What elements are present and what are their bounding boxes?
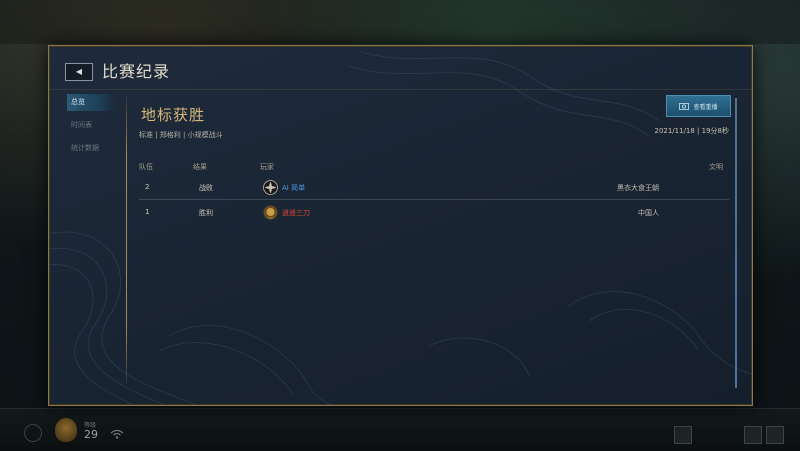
column-header-civ: 文明 [709, 163, 723, 171]
column-header-result: 结果 [193, 163, 207, 171]
column-header-player: 玩家 [260, 163, 274, 171]
wifi-icon [110, 429, 124, 439]
menu-circle-icon[interactable] [24, 424, 42, 442]
camera-icon [679, 102, 690, 110]
title-divider [49, 89, 752, 90]
civ-name: 中国人 [638, 209, 659, 217]
top-bar [0, 0, 800, 44]
sidebar-item-timeline[interactable]: 时间表 [67, 117, 115, 134]
view-replay-label: 查看重播 [693, 103, 718, 111]
column-header-team: 队伍 [139, 163, 153, 171]
civ-name: 黑衣大食王朝 [617, 184, 659, 192]
profile-emblem-icon[interactable] [55, 418, 77, 442]
settings-button[interactable] [766, 426, 784, 444]
social-button[interactable] [674, 426, 692, 444]
match-date-duration: 2021/11/18 | 19分8秒 [654, 127, 729, 135]
match-result-title: 地标获胜 [141, 106, 206, 124]
sidebar-item-statistics[interactable]: 统计数据 [67, 140, 115, 157]
level-value: 29 [84, 428, 98, 441]
player-emblem-icon [263, 205, 278, 220]
player-name[interactable]: AI 简单 [282, 183, 305, 193]
sidebar-divider [126, 96, 127, 384]
chevron-left-icon: ◀ [75, 67, 83, 76]
ai-icon [263, 180, 278, 195]
map-contour-decoration [49, 50, 752, 405]
dialog-title: 比赛纪录 [102, 62, 171, 81]
table-row[interactable]: 2 战败 AI 简单 黑衣大食王朝 [139, 177, 729, 199]
match-record-dialog: ◀ 比赛纪录 总览 时间表 统计数据 地标获胜 标准 | 郑格利 | 小规模战斗… [48, 45, 753, 406]
back-button[interactable]: ◀ [65, 63, 93, 81]
match-details: 标准 | 郑格利 | 小规模战斗 [139, 131, 223, 139]
result-cell: 胜利 [199, 209, 213, 217]
chat-button[interactable] [744, 426, 762, 444]
table-row[interactable]: 1 胜利 逍遥三刀 中国人 [139, 202, 729, 224]
row-divider [139, 199, 729, 200]
sidebar-item-overview[interactable]: 总览 [67, 94, 115, 111]
player-name[interactable]: 逍遥三刀 [282, 208, 310, 218]
scrollbar[interactable] [735, 98, 737, 388]
team-cell: 1 [145, 208, 150, 216]
view-replay-button[interactable]: 查看重播 [666, 95, 731, 117]
team-cell: 2 [145, 183, 150, 191]
sidebar-nav: 总览 时间表 统计数据 [67, 94, 115, 163]
result-cell: 战败 [199, 184, 213, 192]
